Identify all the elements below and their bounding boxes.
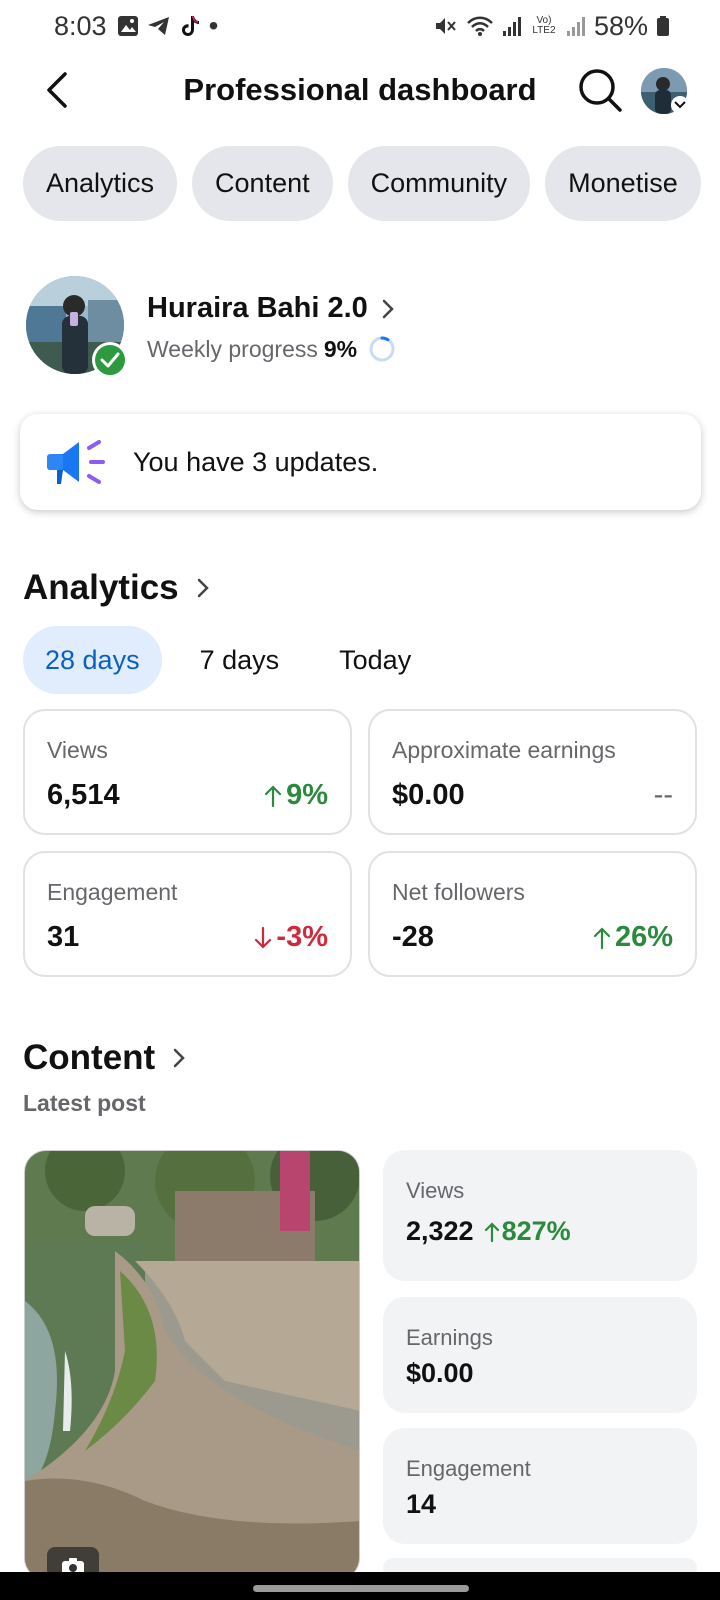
battery-percent: 58% bbox=[593, 10, 648, 41]
weekly-progress-value: 9% bbox=[323, 335, 358, 362]
stat-value: -28 bbox=[392, 921, 434, 953]
weekly-progress: Weekly progress 9% bbox=[147, 334, 397, 364]
chevron-right-icon bbox=[382, 299, 394, 318]
status-time: 8:03 bbox=[54, 10, 107, 41]
post-stat-delta-value: 827% bbox=[501, 1216, 571, 1246]
stat-card-net-followers[interactable]: Net followers -28 26% bbox=[368, 851, 697, 977]
post-stat-value: 2,322 bbox=[406, 1216, 474, 1246]
app-header: Professional dashboard bbox=[0, 60, 720, 120]
more-notifications-dot: • bbox=[208, 10, 219, 41]
system-icons: Vo) LTE2 58% bbox=[434, 11, 670, 42]
post-stat-value-row: 2,322 827% bbox=[406, 1216, 571, 1247]
post-stat-delta: 827% bbox=[484, 1216, 571, 1247]
arrow-up-icon bbox=[264, 784, 282, 807]
range-tab-today[interactable]: Today bbox=[317, 626, 433, 694]
stat-delta-value: 9% bbox=[286, 779, 328, 811]
post-image bbox=[25, 1151, 359, 1579]
stat-card-engagement[interactable]: Engagement 31 -3% bbox=[23, 851, 352, 977]
updates-card[interactable]: You have 3 updates. bbox=[20, 414, 701, 510]
analytics-title: Analytics bbox=[23, 568, 179, 607]
post-stat-views[interactable]: Views 2,322 827% bbox=[383, 1150, 697, 1281]
battery-icon bbox=[656, 15, 670, 37]
chevron-right-icon bbox=[197, 578, 209, 598]
lte-icon: Vo) LTE2 bbox=[532, 15, 556, 36]
range-tab-7-days[interactable]: 7 days bbox=[178, 626, 302, 694]
stat-label: Engagement bbox=[47, 879, 178, 905]
stat-delta: -3% bbox=[254, 921, 328, 954]
notification-icons: • bbox=[117, 10, 219, 42]
updates-text: You have 3 updates. bbox=[133, 446, 379, 477]
progress-ring-icon bbox=[369, 336, 395, 362]
stat-card-views[interactable]: Views 6,514 9% bbox=[23, 709, 352, 835]
post-stat-engagement[interactable]: Engagement 14 bbox=[383, 1428, 697, 1544]
home-indicator[interactable] bbox=[253, 1585, 469, 1592]
stat-delta: -- bbox=[653, 779, 673, 811]
mute-icon bbox=[434, 15, 458, 37]
arrow-down-icon bbox=[255, 926, 272, 949]
stat-value: 6,514 bbox=[47, 779, 120, 811]
signal-icon-2 bbox=[566, 15, 586, 37]
search-icon bbox=[579, 69, 622, 112]
date-range-tabs: 28 days 7 days Today bbox=[23, 626, 449, 694]
stat-delta-value: -3% bbox=[276, 921, 328, 953]
weekly-progress-label: Weekly progress bbox=[147, 335, 318, 362]
dashboard-tabs: Analytics Content Community Monetise bbox=[23, 146, 701, 221]
arrow-up-icon bbox=[593, 926, 611, 949]
stat-card-approximate-earnings[interactable]: Approximate earnings $0.00 -- bbox=[368, 709, 697, 835]
latest-post-thumbnail[interactable] bbox=[24, 1150, 360, 1580]
post-stat-label: Earnings bbox=[406, 1325, 493, 1350]
tab-community[interactable]: Community bbox=[347, 146, 531, 221]
signal-icon-1 bbox=[502, 15, 522, 37]
latest-post-label: Latest post bbox=[23, 1090, 146, 1116]
profile-name: Huraira Bahi 2.0 bbox=[147, 292, 368, 324]
stat-label: Views bbox=[47, 737, 108, 763]
telegram-icon bbox=[147, 15, 171, 37]
post-stat-earnings[interactable]: Earnings $0.00 bbox=[383, 1297, 697, 1413]
stat-delta-value: 26% bbox=[614, 921, 673, 953]
chevron-down-icon[interactable] bbox=[671, 96, 689, 114]
gallery-icon bbox=[117, 15, 139, 37]
status-bar: 8:03 • Vo) LTE2 58% bbox=[0, 0, 720, 52]
tiktok-icon bbox=[179, 14, 201, 38]
tab-monetise[interactable]: Monetise bbox=[545, 146, 701, 221]
tab-analytics[interactable]: Analytics bbox=[23, 146, 178, 221]
arrow-up-icon bbox=[484, 1221, 499, 1242]
stat-delta: 9% bbox=[264, 779, 328, 812]
post-stat-value: $0.00 bbox=[406, 1358, 474, 1388]
content-title: Content bbox=[23, 1038, 156, 1077]
stat-label: Net followers bbox=[392, 879, 525, 905]
analytics-section-title[interactable]: Analytics bbox=[23, 568, 209, 608]
post-stat-value: 14 bbox=[406, 1489, 437, 1519]
profile-summary: Huraira Bahi 2.0 Weekly progress 9% bbox=[26, 276, 706, 378]
tab-content[interactable]: Content bbox=[192, 146, 333, 221]
verified-check-icon bbox=[92, 342, 128, 378]
post-stat-label: Engagement bbox=[406, 1456, 531, 1481]
stat-value: 31 bbox=[47, 921, 80, 953]
profile-name-link[interactable]: Huraira Bahi 2.0 bbox=[147, 292, 394, 325]
range-tab-28-days[interactable]: 28 days bbox=[23, 626, 162, 694]
stat-value: $0.00 bbox=[392, 779, 465, 811]
megaphone-icon bbox=[47, 440, 105, 484]
search-button[interactable] bbox=[576, 66, 624, 114]
content-section-title[interactable]: Content bbox=[23, 1038, 185, 1078]
stat-label: Approximate earnings bbox=[392, 737, 616, 763]
post-stat-label: Views bbox=[406, 1178, 465, 1203]
stat-delta: 26% bbox=[593, 921, 673, 954]
wifi-icon bbox=[466, 15, 494, 37]
chevron-right-icon bbox=[173, 1048, 185, 1068]
